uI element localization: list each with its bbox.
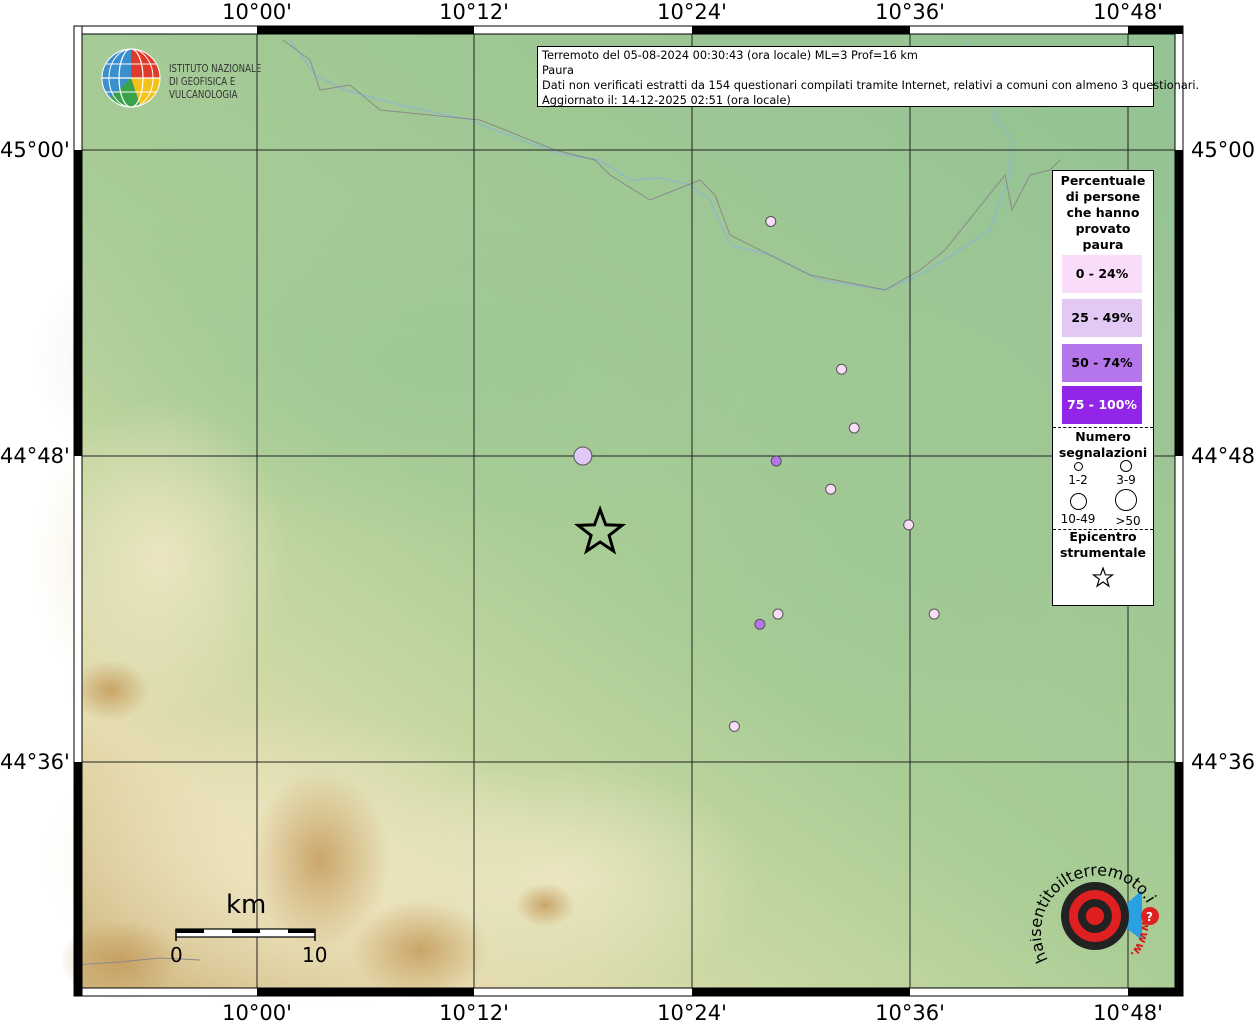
lon-label-top: 10°12' [439, 0, 509, 24]
intensity-point[interactable] [573, 446, 593, 466]
intensity-point[interactable] [836, 363, 848, 375]
intensity-point[interactable] [848, 422, 860, 434]
size-label-10-49: 10-49 [1060, 512, 1096, 526]
legend-title-line: di persone [1065, 189, 1141, 204]
intensity-point[interactable] [772, 608, 784, 620]
lon-label-top: 10°48' [1093, 0, 1163, 24]
data-disclaimer: Dati non verificati estratti da 154 ques… [542, 79, 1200, 92]
intensity-point[interactable] [765, 215, 777, 227]
legend-title-line: provato [1075, 221, 1131, 236]
update-timestamp: Aggiornato il: 14-12-2025 02:51 (ora loc… [542, 94, 791, 107]
intensity-point[interactable] [728, 720, 740, 732]
lon-label-top: 10°00' [222, 0, 292, 24]
lon-label-bottom: 10°12' [439, 1001, 509, 1025]
lon-label-bottom: 10°36' [875, 1001, 945, 1025]
ingv-name-line1: ISTITUTO NAZIONALE [169, 63, 262, 75]
lon-label-bottom: 10°00' [222, 1001, 292, 1025]
intensity-point[interactable] [928, 608, 940, 620]
legend-epicenter-title-line: Epicentro [1069, 529, 1137, 544]
event-summary: Terremoto del 05-08-2024 00:30:43 (ora l… [542, 49, 918, 62]
lat-label-left: 45°00' [0, 138, 70, 162]
legend-class-25-49: 25 - 49% [1062, 299, 1142, 337]
size-marker-50-plus [1115, 489, 1137, 511]
lon-label-top: 10°24' [657, 0, 727, 24]
size-label-50-plus: >50 [1115, 514, 1141, 528]
legend-title: Percentuale di persone che hanno provato… [1053, 173, 1153, 253]
legend: Percentuale di persone che hanno provato… [1052, 170, 1154, 606]
lon-label-top: 10°36' [875, 0, 945, 24]
haisentito-logo: ? haisentitoilterremoto.it www. [1030, 850, 1160, 966]
intensity-point[interactable] [754, 618, 766, 630]
lat-label-right: 44°36' [1191, 750, 1256, 774]
legend-divider [1053, 427, 1153, 428]
intensity-point[interactable] [825, 483, 837, 495]
scale-bar: km 0 10 [170, 890, 340, 970]
legend-class-0-24: 0 - 24% [1062, 255, 1142, 293]
legend-title-line: Percentuale [1060, 173, 1146, 188]
scale-end: 10 [302, 943, 328, 967]
size-label-3-9: 3-9 [1116, 473, 1136, 487]
legend-title-line: paura [1082, 237, 1124, 252]
legend-epicenter-title-line: strumentale [1059, 545, 1147, 560]
legend-count-title: Numero segnalazioni [1053, 429, 1153, 461]
legend-epicenter-title: Epicentro strumentale [1053, 529, 1153, 561]
ingv-name: ISTITUTO NAZIONALE DI GEOFISICA E VULCAN… [169, 63, 293, 102]
legend-count-title-line: segnalazioni [1058, 445, 1148, 460]
intensity-point[interactable] [903, 519, 915, 531]
lat-label-right: 44°48' [1191, 444, 1256, 468]
lon-label-bottom: 10°24' [657, 1001, 727, 1025]
size-marker-10-49 [1070, 493, 1087, 510]
map-subject: Paura [542, 64, 574, 77]
legend-count-title-line: Numero [1075, 429, 1131, 444]
lat-label-left: 44°48' [0, 444, 70, 468]
scale-bar-graphic [175, 928, 316, 941]
size-label-1-2: 1-2 [1068, 473, 1088, 487]
scale-unit: km [226, 890, 267, 920]
ingv-name-line2: DI GEOFISICA E VULCANOLOGIA [169, 76, 238, 101]
ingv-globe-icon [101, 48, 161, 108]
lat-label-right: 45°00' [1191, 138, 1256, 162]
lat-label-left: 44°36' [0, 750, 70, 774]
scale-start: 0 [170, 943, 183, 967]
legend-class-75-100: 75 - 100% [1062, 386, 1142, 424]
size-marker-1-2 [1074, 462, 1083, 471]
legend-class-50-74: 50 - 74% [1062, 344, 1142, 382]
ingv-logo: ISTITUTO NAZIONALE DI GEOFISICA E VULCAN… [100, 46, 320, 112]
epicenter-star-icon [1091, 566, 1115, 588]
size-marker-3-9 [1120, 460, 1132, 472]
intensity-point[interactable] [770, 455, 782, 467]
legend-title-line: che hanno [1066, 205, 1140, 220]
lon-label-bottom: 10°48' [1093, 1001, 1163, 1025]
info-box: Terremoto del 05-08-2024 00:30:43 (ora l… [537, 46, 1200, 107]
